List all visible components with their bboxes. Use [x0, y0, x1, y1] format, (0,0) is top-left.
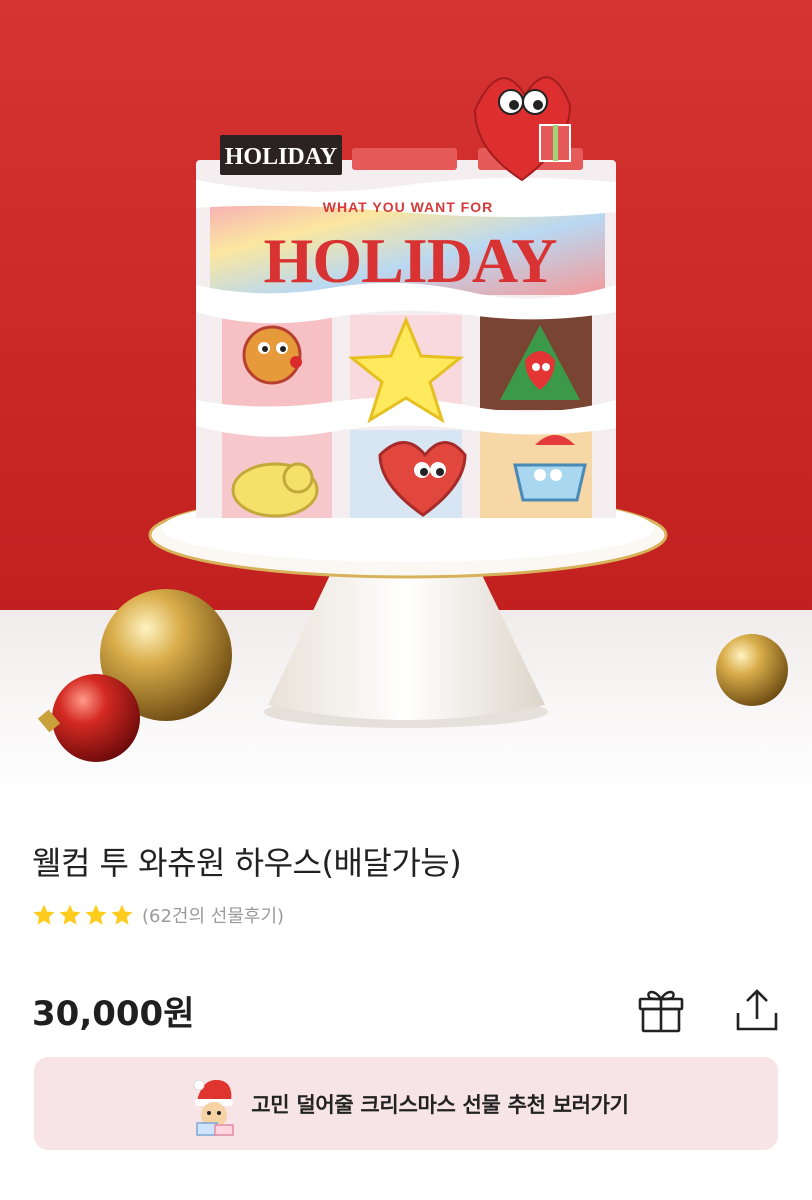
- share-button[interactable]: [734, 985, 780, 1035]
- christmas-gift-banner[interactable]: 고민 덜어줄 크리스마스 선물 추천 보러가기: [34, 1057, 778, 1150]
- box-tagline: WHAT YOU WANT FOR: [323, 199, 493, 215]
- star-icon: [33, 904, 55, 925]
- product-image: WHAT YOU WANT FOR HOLIDAY HOLIDAY: [0, 0, 812, 800]
- santa-character-icon: [193, 1079, 235, 1136]
- share-icon: [736, 989, 778, 1031]
- box-tag: HOLIDAY: [225, 144, 337, 170]
- star-icon: [59, 904, 81, 925]
- rating-stars: [32, 903, 134, 927]
- rating: (62건의 선물후기): [32, 902, 284, 928]
- product-price: 30,000원: [32, 994, 195, 1034]
- gift-icon: [638, 990, 684, 1033]
- box-title: HOLIDAY: [264, 225, 557, 296]
- review-count-link[interactable]: (62건의 선물후기): [142, 902, 284, 928]
- gift-button[interactable]: [636, 985, 686, 1035]
- star-icon: [111, 904, 133, 925]
- banner-label: 고민 덜어줄 크리스마스 선물 추천 보러가기: [251, 1092, 629, 1117]
- product-title: 웰컴 투 와츄원 하우스(배달가능): [32, 844, 462, 882]
- star-icon: [85, 904, 107, 925]
